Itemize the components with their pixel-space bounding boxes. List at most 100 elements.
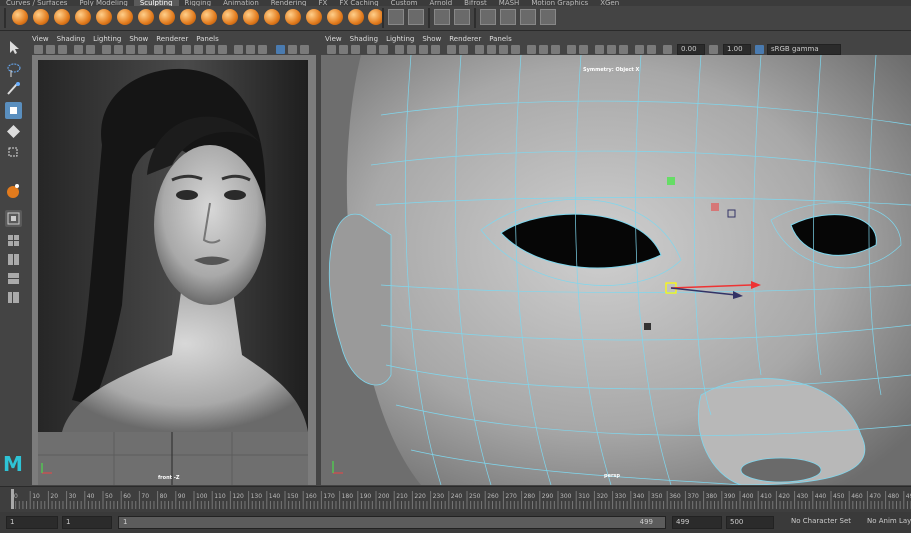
start-time-field[interactable]: 1	[6, 516, 58, 529]
view-transform-icon[interactable]	[755, 45, 764, 54]
ao-icon[interactable]	[459, 45, 468, 54]
camera-attr-icon[interactable]	[339, 45, 348, 54]
menu-show[interactable]: Show	[125, 34, 152, 44]
backface-icon[interactable]	[511, 45, 520, 54]
foamy-tool-icon[interactable]	[138, 9, 154, 25]
layer-icon[interactable]	[480, 9, 496, 25]
safe-action-icon[interactable]	[567, 45, 576, 54]
safe-action-icon[interactable]	[276, 45, 285, 54]
anim-layer-select[interactable]: No Anim Layer	[864, 516, 911, 529]
unmask-icon[interactable]	[454, 9, 470, 25]
layer-add-icon[interactable]	[500, 9, 516, 25]
image-plane-icon[interactable]	[367, 45, 376, 54]
field-chart-icon[interactable]	[551, 45, 560, 54]
lights-icon[interactable]	[431, 45, 440, 54]
grid-toggle-icon[interactable]	[86, 45, 95, 54]
last-tool-icon[interactable]	[5, 182, 22, 199]
lasso-tool-icon[interactable]	[5, 61, 22, 78]
single-view-icon[interactable]	[5, 210, 22, 227]
exposure-field[interactable]: 0.00	[677, 44, 705, 55]
menu-panels[interactable]: Panels	[485, 34, 516, 44]
scrape-tool-icon[interactable]	[243, 9, 259, 25]
gate-mask-icon[interactable]	[246, 45, 255, 54]
camera-icon[interactable]	[34, 45, 43, 54]
menu-lighting[interactable]: Lighting	[382, 34, 418, 44]
bookmark-icon[interactable]	[58, 45, 67, 54]
pan-zoom-icon[interactable]	[619, 45, 628, 54]
field-chart-icon[interactable]	[258, 45, 267, 54]
sculpt-tool-icon[interactable]	[12, 9, 28, 25]
front-viewport[interactable]: front -Z	[32, 55, 316, 485]
camera-attr-icon[interactable]	[46, 45, 55, 54]
bookmark-icon[interactable]	[351, 45, 360, 54]
brush-icon[interactable]	[408, 9, 424, 25]
menu-shading[interactable]: Shading	[346, 34, 382, 44]
paint-select-tool-icon[interactable]	[5, 80, 22, 97]
flatten-tool-icon[interactable]	[117, 9, 133, 25]
exposure-icon[interactable]	[663, 45, 672, 54]
wireframe-icon[interactable]	[102, 45, 111, 54]
playback-end-field[interactable]: 499	[672, 516, 722, 529]
grid-icon[interactable]	[388, 9, 404, 25]
resolution-gate-icon[interactable]	[527, 45, 536, 54]
persp-viewport[interactable]: Symmetry: Object X persp	[321, 55, 911, 485]
smooth-shade-icon[interactable]	[114, 45, 123, 54]
time-slider[interactable]: 0 10 20 30 40 50 60 70 80 90 100 110 120 130 140 150 160…	[0, 486, 911, 512]
gamma-field[interactable]: 1.00	[723, 44, 751, 55]
grab-tool-icon[interactable]	[75, 9, 91, 25]
shadows-icon[interactable]	[447, 45, 456, 54]
shadows-icon[interactable]	[154, 45, 163, 54]
spray-tool-icon[interactable]	[159, 9, 175, 25]
xray-joints-icon[interactable]	[206, 45, 215, 54]
end-time-field[interactable]: 500	[726, 516, 774, 529]
blend-icon[interactable]	[520, 9, 536, 25]
menu-lighting[interactable]: Lighting	[89, 34, 125, 44]
smooth-tool-icon[interactable]	[33, 9, 49, 25]
bulge-tool-icon[interactable]	[327, 9, 343, 25]
playback-start-field[interactable]: 1	[62, 516, 112, 529]
fill-tool-icon[interactable]	[264, 9, 280, 25]
rotate-tool-icon[interactable]	[5, 123, 22, 140]
character-set-select[interactable]: No Character Set	[788, 516, 860, 529]
wireframe-icon[interactable]	[395, 45, 404, 54]
grid-toggle-icon[interactable]	[379, 45, 388, 54]
safe-title-icon[interactable]	[288, 45, 297, 54]
four-view-icon[interactable]	[5, 232, 22, 249]
film-gate-icon[interactable]	[595, 45, 604, 54]
color-space-select[interactable]: sRGB gamma	[767, 44, 841, 55]
isolate-icon[interactable]	[475, 45, 484, 54]
grease-pencil-icon[interactable]	[635, 45, 644, 54]
backface-icon[interactable]	[218, 45, 227, 54]
xray-icon[interactable]	[194, 45, 203, 54]
menu-view[interactable]: View	[28, 34, 53, 44]
texture-icon[interactable]	[126, 45, 135, 54]
repeat-tool-icon[interactable]	[180, 9, 196, 25]
menu-show[interactable]: Show	[418, 34, 445, 44]
xray-joints-icon[interactable]	[499, 45, 508, 54]
gamma-icon[interactable]	[709, 45, 718, 54]
range-slider[interactable]: 1 499	[118, 516, 666, 529]
wax-tool-icon[interactable]	[222, 9, 238, 25]
layout-icon[interactable]	[5, 270, 22, 287]
outliner-layout-icon[interactable]	[5, 289, 22, 306]
imprint-tool-icon[interactable]	[201, 9, 217, 25]
ao-icon[interactable]	[166, 45, 175, 54]
menu-view[interactable]: View	[321, 34, 346, 44]
hud-icon[interactable]	[607, 45, 616, 54]
color-mgmt-icon[interactable]	[647, 45, 656, 54]
menu-shading[interactable]: Shading	[53, 34, 89, 44]
mask-icon[interactable]	[434, 9, 450, 25]
relax-tool-icon[interactable]	[54, 9, 70, 25]
image-plane-icon[interactable]	[74, 45, 83, 54]
isolate-icon[interactable]	[182, 45, 191, 54]
safe-title-icon[interactable]	[579, 45, 588, 54]
menu-renderer[interactable]: Renderer	[445, 34, 485, 44]
scale-tool-icon[interactable]	[5, 144, 22, 161]
lights-icon[interactable]	[138, 45, 147, 54]
texture-icon[interactable]	[419, 45, 428, 54]
resolution-gate-icon[interactable]	[234, 45, 243, 54]
panel-expand-icon[interactable]	[300, 45, 309, 54]
smooth-shade-icon[interactable]	[407, 45, 416, 54]
amplify-tool-icon[interactable]	[348, 9, 364, 25]
smear-tool-icon[interactable]	[306, 9, 322, 25]
